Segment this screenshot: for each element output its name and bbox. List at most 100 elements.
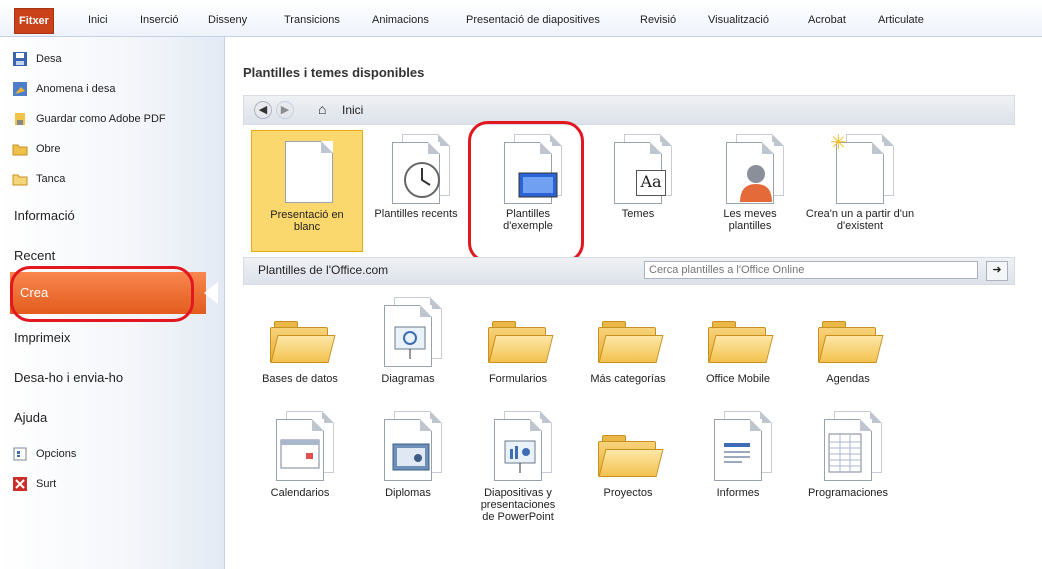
tab-presentacio[interactable]: Presentació de diapositives xyxy=(462,8,604,32)
menu-recent[interactable]: Recent xyxy=(14,248,55,263)
menu-desa[interactable]: Desa xyxy=(8,47,218,71)
tab-inici[interactable]: Inici xyxy=(84,8,112,32)
tile-recent-templates[interactable]: Plantilles recents xyxy=(361,130,471,220)
spark-icon: ✳ xyxy=(830,132,847,154)
category-label: Bases de datos xyxy=(262,373,338,385)
search-go-button[interactable]: ➜ xyxy=(986,261,1008,281)
backstage-nav: Desa Anomena i desa Guardar como Adobe P… xyxy=(0,37,225,569)
presentation-icon xyxy=(504,440,536,473)
office-section-bar: Plantilles de l'Office.com ➜ xyxy=(243,257,1015,285)
tile-blank-presentation[interactable]: Presentació en blanc xyxy=(251,130,363,252)
menu-anomena[interactable]: Anomena i desa xyxy=(8,77,218,101)
tab-fitxer[interactable]: Fitxer xyxy=(14,8,54,34)
selection-arrow xyxy=(204,282,218,304)
pdf-icon xyxy=(12,111,28,127)
tile-my-templates[interactable]: Les meves plantilles xyxy=(695,130,805,232)
menu-surt[interactable]: Surt xyxy=(8,472,218,496)
tile-label: Temes xyxy=(621,208,655,220)
folder-icon xyxy=(488,321,554,363)
folder-icon xyxy=(818,321,884,363)
tile-themes[interactable]: Aa Temes xyxy=(583,130,693,220)
ribbon-tabs: Fitxer Inici Inserció Disseny Transicion… xyxy=(0,0,1042,37)
folder-icon xyxy=(270,321,336,363)
folder-icon xyxy=(598,321,664,363)
category-proyectos[interactable]: Proyectos xyxy=(573,409,683,499)
menu-surt-label: Surt xyxy=(36,478,57,490)
category-office-mobile[interactable]: Office Mobile xyxy=(683,295,793,385)
category-label: Diapositivas y presentaciones de PowerPo… xyxy=(480,487,556,523)
close-folder-icon xyxy=(12,171,28,187)
menu-adobe-pdf-label: Guardar como Adobe PDF xyxy=(36,113,166,125)
page-title: Plantilles i temes disponibles xyxy=(243,65,425,80)
tab-transicions[interactable]: Transicions xyxy=(280,8,344,32)
save-as-icon xyxy=(12,81,28,97)
category-label: Agendas xyxy=(826,373,870,385)
category-label: Programaciones xyxy=(807,487,889,499)
main-panel: Plantilles i temes disponibles ◀ ▶ ⌂ Ini… xyxy=(225,37,1025,569)
category-label: Diplomas xyxy=(385,487,431,499)
menu-informacio[interactable]: Informació xyxy=(14,208,75,223)
menu-obre-label: Obre xyxy=(36,143,61,155)
menu-desa-label: Desa xyxy=(36,53,62,65)
open-folder-icon xyxy=(12,141,28,157)
menu-ajuda[interactable]: Ajuda xyxy=(14,410,47,425)
menu-obre[interactable]: Obre xyxy=(8,137,218,161)
highlight-circle-samples xyxy=(468,121,584,263)
menu-opcions[interactable]: Opcions xyxy=(8,442,218,466)
tab-acrobat[interactable]: Acrobat xyxy=(804,8,850,32)
category-agendas[interactable]: Agendas xyxy=(793,295,903,385)
diagram-icon xyxy=(394,326,426,359)
category-mas-categorias[interactable]: Más categorías xyxy=(573,295,683,385)
category-label: Proyectos xyxy=(603,487,653,499)
breadcrumb-label: Inici xyxy=(342,103,364,117)
breadcrumb: ◀ ▶ ⌂ Inici xyxy=(243,95,1015,125)
category-label: Formularios xyxy=(488,373,548,385)
options-icon xyxy=(12,446,28,462)
tab-disseny[interactable]: Disseny xyxy=(204,8,251,32)
search-input[interactable] xyxy=(644,261,978,279)
category-diapositivas[interactable]: Diapositivas y presentaciones de PowerPo… xyxy=(463,409,573,523)
folder-icon xyxy=(708,321,774,363)
menu-opcions-label: Opcions xyxy=(36,448,77,460)
tab-articulate[interactable]: Articulate xyxy=(874,8,928,32)
category-formularios[interactable]: Formularios xyxy=(463,295,573,385)
tab-insercio[interactable]: Inserció xyxy=(136,8,183,32)
folder-icon xyxy=(598,435,664,477)
back-icon[interactable]: ◀ xyxy=(254,101,272,119)
category-calendarios[interactable]: Calendarios xyxy=(245,409,355,499)
menu-adobe-pdf[interactable]: Guardar como Adobe PDF xyxy=(8,107,218,131)
menu-anomena-label: Anomena i desa xyxy=(36,83,116,95)
tile-label: Plantilles recents xyxy=(374,208,458,220)
highlight-circle-crea xyxy=(10,266,194,322)
category-programaciones[interactable]: Programaciones xyxy=(793,409,903,499)
category-diplomas[interactable]: Diplomas xyxy=(353,409,463,499)
schedule-icon xyxy=(828,433,862,473)
category-informes[interactable]: Informes xyxy=(683,409,793,499)
category-label: Informes xyxy=(716,487,760,499)
tile-label: Crea'n un a partir d'un d'existent xyxy=(805,208,915,232)
exit-icon xyxy=(12,476,28,492)
save-icon xyxy=(12,51,28,67)
home-icon[interactable]: ⌂ xyxy=(318,101,326,117)
category-label: Calendarios xyxy=(270,487,330,499)
person-icon xyxy=(740,165,772,202)
menu-imprimeix[interactable]: Imprimeix xyxy=(14,330,70,345)
tab-animacions[interactable]: Animacions xyxy=(368,8,433,32)
diploma-icon xyxy=(392,443,430,471)
menu-tanca-label: Tanca xyxy=(36,173,66,185)
category-label: Diagramas xyxy=(381,373,435,385)
tile-from-existing[interactable]: ✳ Crea'n un a partir d'un d'existent xyxy=(805,130,915,232)
category-bases-datos[interactable]: Bases de datos xyxy=(245,295,355,385)
category-diagramas[interactable]: Diagramas xyxy=(353,295,463,385)
office-section-title: Plantilles de l'Office.com xyxy=(258,263,389,277)
clock-icon xyxy=(404,162,440,198)
tile-label: Les meves plantilles xyxy=(723,208,777,232)
menu-desa-envia[interactable]: Desa-ho i envia-ho xyxy=(14,370,123,385)
category-label: Más categorías xyxy=(590,373,666,385)
menu-tanca[interactable]: Tanca xyxy=(8,167,218,191)
calendar-icon xyxy=(280,439,320,469)
tab-visualitzacio[interactable]: Visualització xyxy=(704,8,773,32)
tab-revisio[interactable]: Revisió xyxy=(636,8,680,32)
forward-icon[interactable]: ▶ xyxy=(276,101,294,119)
category-label: Office Mobile xyxy=(706,373,770,385)
